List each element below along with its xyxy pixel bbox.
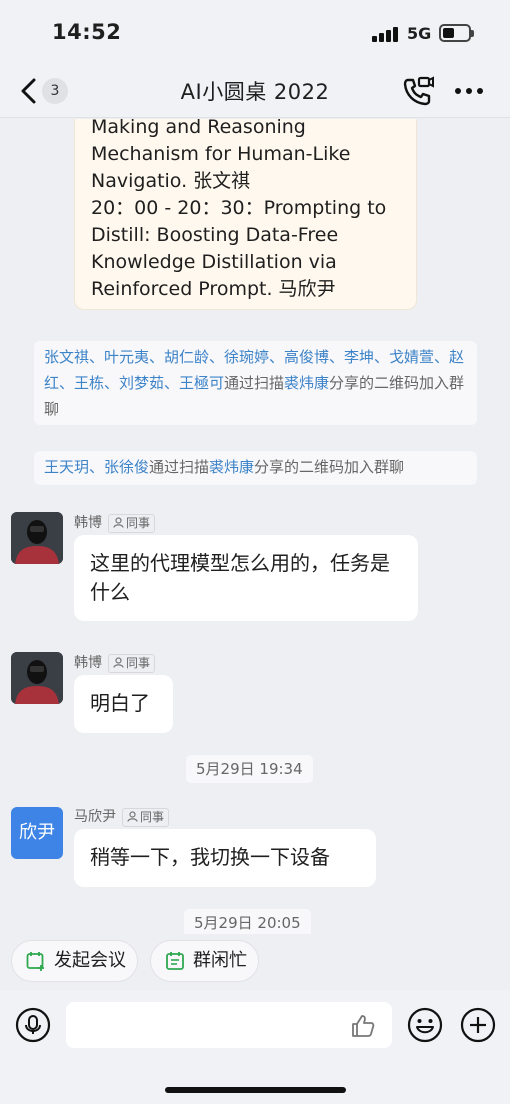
sharer-name[interactable]: 裘炜康 — [209, 458, 254, 476]
group-availability-button[interactable]: 群闲忙 — [150, 940, 259, 982]
start-meeting-label: 发起会议 — [54, 950, 126, 971]
sender-label: 韩博 同事 — [74, 512, 156, 533]
sender-name[interactable]: 韩博 — [74, 515, 102, 531]
person-icon — [113, 517, 124, 528]
schedule-message-bubble[interactable]: Making and Reasoning Mechanism for Human… — [74, 119, 417, 310]
notice-text: 通过扫描 — [149, 458, 210, 476]
quick-actions-bar: 发起会议 群闲忙 — [0, 934, 510, 990]
status-bar: 14:52 5G — [0, 0, 510, 64]
system-notice-join: 张文祺、叶元夷、胡仁龄、徐琬婷、高俊博、李坤、戈婧萱、赵红、王栋、刘梦茹、王極可… — [34, 341, 477, 425]
person-icon — [127, 811, 138, 822]
message-bubble[interactable]: 这里的代理模型怎么用的，任务是什么 — [74, 535, 418, 621]
tag-label: 同事 — [126, 516, 151, 530]
message-bubble[interactable]: 明白了 — [74, 675, 173, 733]
person-avatar-icon — [11, 512, 63, 564]
calendar-list-icon — [166, 952, 184, 970]
group-availability-label: 群闲忙 — [193, 950, 247, 971]
sharer-name[interactable]: 裘炜康 — [284, 374, 329, 392]
sender-label: 韩博 同事 — [74, 652, 156, 673]
signal-icon — [372, 26, 400, 42]
calendar-plus-icon — [26, 952, 44, 971]
sender-name[interactable]: 马欣尹 — [74, 809, 116, 825]
home-indicator — [165, 1087, 346, 1093]
colleague-tag: 同事 — [122, 808, 170, 827]
notice-text: 通过扫描 — [224, 374, 285, 392]
system-notice-join: 王天玥、张徐俊通过扫描裘炜康分享的二维码加入群聊 — [34, 451, 477, 485]
colleague-tag: 同事 — [108, 514, 156, 533]
message-list[interactable]: Making and Reasoning Mechanism for Human… — [0, 119, 510, 934]
battery-icon — [439, 24, 474, 42]
notice-text: 分享的二维码加入群聊 — [254, 458, 405, 476]
colleague-tag: 同事 — [108, 654, 156, 673]
microphone-icon[interactable] — [15, 1007, 51, 1043]
network-label: 5G — [407, 24, 432, 43]
sender-label: 马欣尹 同事 — [74, 806, 170, 827]
avatar[interactable] — [11, 652, 63, 704]
message-bubble[interactable]: 稍等一下，我切换一下设备 — [74, 829, 376, 887]
input-bar — [0, 990, 510, 1104]
start-meeting-button[interactable]: 发起会议 — [11, 940, 138, 982]
avatar[interactable] — [11, 512, 63, 564]
status-time: 14:52 — [52, 20, 122, 44]
person-avatar-icon — [11, 652, 63, 704]
time-divider: 5月29日 19:34 — [186, 755, 313, 783]
more-options-icon[interactable] — [453, 88, 485, 96]
avatar[interactable]: 欣尹 — [11, 807, 63, 859]
message-input[interactable] — [66, 1002, 392, 1048]
sender-name[interactable]: 韩博 — [74, 655, 102, 671]
emoji-icon[interactable] — [407, 1007, 443, 1043]
joined-member-names[interactable]: 王天玥、张徐俊 — [44, 458, 149, 476]
tag-label: 同事 — [140, 810, 165, 824]
chat-header: 3 AI小圆桌 2022 — [0, 64, 510, 118]
plus-icon[interactable] — [460, 1007, 496, 1043]
thumbs-up-icon[interactable] — [350, 1013, 376, 1039]
time-divider: 5月29日 20:05 — [184, 909, 311, 934]
tag-label: 同事 — [126, 656, 151, 670]
person-icon — [113, 657, 124, 668]
call-icon[interactable] — [400, 74, 434, 108]
